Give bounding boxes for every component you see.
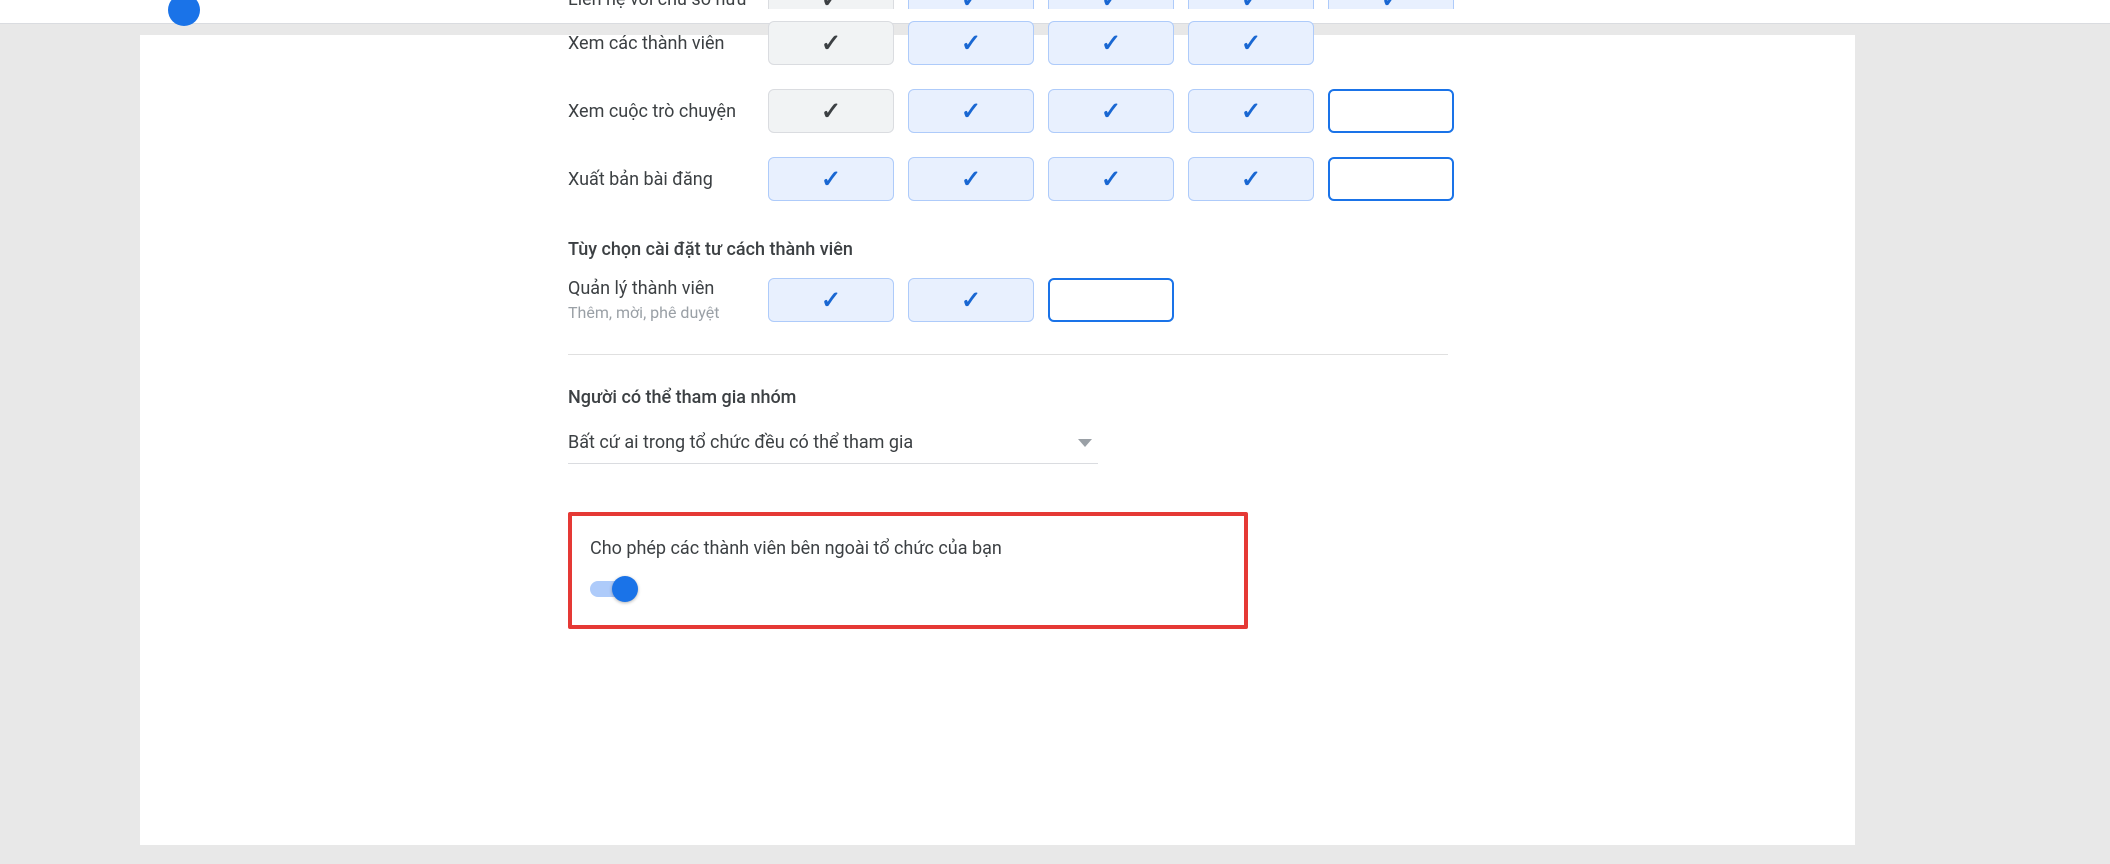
perm-cell[interactable] (1328, 89, 1454, 133)
checkmark-icon: ✓ (821, 286, 841, 314)
checkmark-icon: ✓ (1241, 97, 1261, 125)
manage-members-cells: ✓ ✓ (768, 278, 1174, 322)
perm-cells: ✓ ✓ ✓ ✓ (768, 157, 1454, 201)
settings-content: Liên hệ với chủ sở hữu ✓ ✓ ✓ ✓ ✓ Xem các… (568, 35, 1728, 629)
perm-cell[interactable]: ✓ (908, 0, 1034, 9)
section-divider (568, 354, 1448, 355)
settings-card: Liên hệ với chủ sở hữu ✓ ✓ ✓ ✓ ✓ Xem các… (140, 35, 1855, 845)
perm-row-view-members: Xem các thành viên ✓ ✓ ✓ ✓ (568, 9, 1728, 77)
perm-label: Liên hệ với chủ sở hữu (568, 0, 768, 9)
perm-cell[interactable]: ✓ (908, 21, 1034, 65)
external-members-label: Cho phép các thành viên bên ngoài tổ chứ… (590, 538, 1226, 559)
perm-cell[interactable]: ✓ (1048, 0, 1174, 9)
manage-members-label: Quản lý thành viên (568, 278, 768, 299)
checkmark-icon: ✓ (961, 165, 981, 193)
checkmark-icon: ✓ (1101, 29, 1121, 57)
who-can-join-selected: Bất cứ ai trong tổ chức đều có thể tham … (568, 432, 1078, 453)
who-can-join-select[interactable]: Bất cứ ai trong tổ chức đều có thể tham … (568, 422, 1098, 464)
checkmark-icon: ✓ (1381, 0, 1401, 9)
dropdown-arrow-icon (1078, 439, 1092, 447)
checkmark-icon: ✓ (961, 29, 981, 57)
perm-label: Xuất bản bài đăng (568, 169, 768, 190)
checkmark-icon: ✓ (1241, 0, 1261, 9)
checkmark-icon: ✓ (821, 165, 841, 193)
external-members-toggle[interactable] (590, 579, 638, 599)
checkmark-icon: ✓ (821, 0, 841, 9)
perm-cell[interactable]: ✓ (908, 157, 1034, 201)
manage-members-sublabel: Thêm, mời, phê duyệt (568, 303, 768, 322)
logo-dot (168, 0, 200, 26)
perm-cell[interactable]: ✓ (768, 89, 894, 133)
checkmark-icon: ✓ (961, 0, 981, 9)
perm-cell[interactable]: ✓ (768, 21, 894, 65)
perm-cell[interactable]: ✓ (908, 278, 1034, 322)
checkmark-icon: ✓ (821, 29, 841, 57)
perm-cell[interactable] (1328, 157, 1454, 201)
external-members-highlight: Cho phép các thành viên bên ngoài tổ chứ… (568, 512, 1248, 629)
perm-cell[interactable]: ✓ (1188, 21, 1314, 65)
who-can-join-label: Người có thể tham gia nhóm (568, 387, 1728, 408)
manage-members-row: Quản lý thành viên Thêm, mời, phê duyệt … (568, 278, 1728, 322)
perm-row-contact-owners: Liên hệ với chủ sở hữu ✓ ✓ ✓ ✓ ✓ (568, 0, 1728, 9)
perm-cell[interactable]: ✓ (768, 278, 894, 322)
perm-label: Xem các thành viên (568, 33, 768, 54)
perm-cell[interactable]: ✓ (1048, 89, 1174, 133)
checkmark-icon: ✓ (1101, 0, 1121, 9)
perm-row-view-conversations: Xem cuộc trò chuyện ✓ ✓ ✓ ✓ (568, 77, 1728, 145)
perm-cells: ✓ ✓ ✓ ✓ (768, 89, 1454, 133)
checkmark-icon: ✓ (961, 97, 981, 125)
checkmark-icon: ✓ (1101, 165, 1121, 193)
perm-cell[interactable]: ✓ (1048, 157, 1174, 201)
checkmark-icon: ✓ (1241, 29, 1261, 57)
perm-cell[interactable]: ✓ (1328, 0, 1454, 9)
perm-row-publish-posts: Xuất bản bài đăng ✓ ✓ ✓ ✓ (568, 145, 1728, 213)
manage-members-labels: Quản lý thành viên Thêm, mời, phê duyệt (568, 278, 768, 322)
perm-cells: ✓ ✓ ✓ ✓ ✓ (768, 0, 1454, 9)
checkmark-icon: ✓ (821, 97, 841, 125)
toggle-thumb (612, 576, 638, 602)
checkmark-icon: ✓ (1241, 165, 1261, 193)
membership-settings-heading: Tùy chọn cài đặt tư cách thành viên (568, 239, 1728, 260)
perm-label: Xem cuộc trò chuyện (568, 101, 768, 122)
perm-cell[interactable] (1048, 278, 1174, 322)
perm-cell[interactable]: ✓ (768, 157, 894, 201)
checkmark-icon: ✓ (1101, 97, 1121, 125)
perm-cells: ✓ ✓ ✓ ✓ (768, 21, 1314, 65)
perm-cell[interactable]: ✓ (1188, 89, 1314, 133)
perm-cell[interactable]: ✓ (768, 0, 894, 9)
checkmark-icon: ✓ (961, 286, 981, 314)
perm-cell[interactable]: ✓ (908, 89, 1034, 133)
perm-cell[interactable]: ✓ (1048, 21, 1174, 65)
perm-cell[interactable]: ✓ (1188, 157, 1314, 201)
perm-cell[interactable]: ✓ (1188, 0, 1314, 9)
